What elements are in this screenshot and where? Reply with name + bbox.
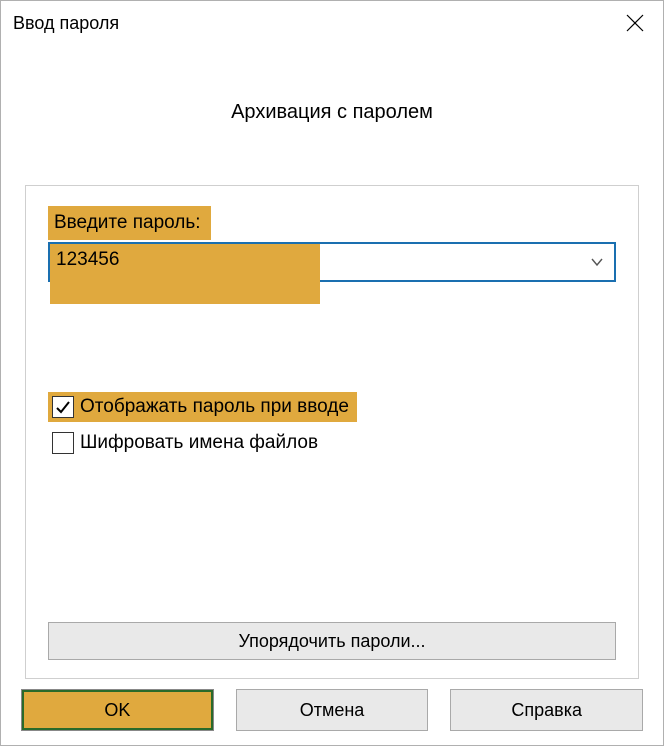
dialog-heading: Архивация с паролем	[1, 101, 663, 124]
encrypt-names-checkbox-wrap[interactable]: Шифровать имена файлов	[48, 428, 326, 458]
ok-button[interactable]: OK	[21, 689, 214, 731]
checkbox-group: Отображать пароль при вводе Шифровать им…	[48, 392, 616, 458]
password-dropdown-button[interactable]	[580, 244, 614, 280]
chevron-down-icon	[590, 255, 604, 269]
help-button[interactable]: Справка	[450, 689, 643, 731]
encrypt-names-row: Шифровать имена файлов	[48, 428, 616, 458]
checkmark-icon	[55, 399, 71, 415]
password-dialog: Ввод пароля Архивация с паролем Введите …	[0, 0, 664, 746]
show-password-row: Отображать пароль при вводе	[48, 392, 616, 422]
main-panel: Введите пароль: 123456	[25, 185, 639, 679]
dialog-title: Ввод пароля	[13, 13, 119, 34]
ok-button-label: OK	[104, 700, 130, 721]
titlebar: Ввод пароля	[1, 1, 663, 45]
password-label: Введите пароль:	[48, 206, 211, 240]
encrypt-names-label: Шифровать имена файлов	[80, 432, 318, 454]
show-password-checkbox[interactable]	[52, 396, 74, 418]
close-button[interactable]	[607, 1, 663, 45]
password-input[interactable]	[48, 242, 616, 282]
show-password-label: Отображать пароль при вводе	[80, 396, 349, 418]
organize-passwords-label: Упорядочить пароли...	[238, 631, 425, 652]
show-password-checkbox-wrap[interactable]: Отображать пароль при вводе	[48, 392, 357, 422]
close-icon	[626, 14, 644, 32]
organize-passwords-button[interactable]: Упорядочить пароли...	[48, 622, 616, 660]
help-button-label: Справка	[511, 700, 582, 721]
password-row: Введите пароль: 123456	[48, 206, 616, 282]
encrypt-names-checkbox[interactable]	[52, 432, 74, 454]
cancel-button-label: Отмена	[300, 700, 365, 721]
cancel-button[interactable]: Отмена	[236, 689, 429, 731]
dialog-button-row: OK Отмена Справка	[21, 689, 643, 731]
